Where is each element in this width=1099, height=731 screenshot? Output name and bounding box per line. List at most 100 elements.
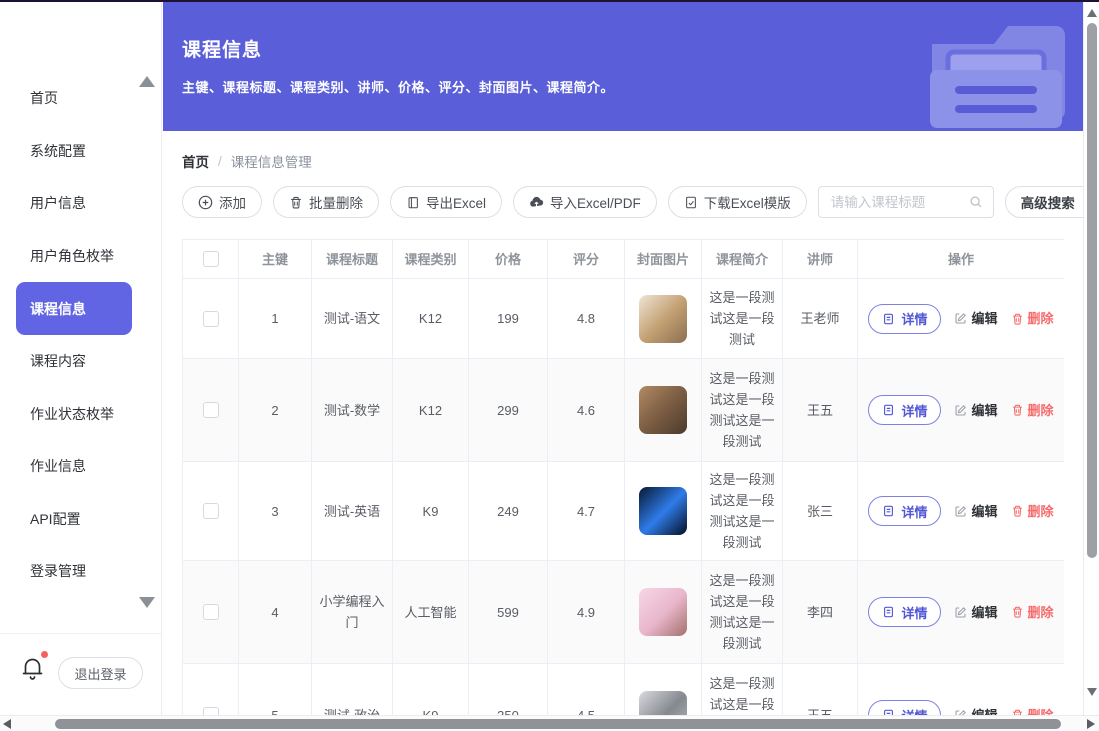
header-select-all xyxy=(183,240,239,279)
vertical-scrollbar-thumb[interactable] xyxy=(1087,23,1097,558)
edit-button[interactable]: 编辑 xyxy=(954,602,997,623)
header-price: 价格 xyxy=(469,240,548,279)
cell-price: 199 xyxy=(469,279,548,359)
detail-doc-icon xyxy=(882,708,895,715)
export-excel-label: 导出Excel xyxy=(426,192,486,212)
delete-button[interactable]: 删除 xyxy=(1011,308,1054,329)
vertical-scrollbar[interactable] xyxy=(1083,2,1099,715)
batch-delete-button[interactable]: 批量删除 xyxy=(273,186,379,218)
search-input[interactable] xyxy=(829,194,969,211)
row-checkbox[interactable] xyxy=(203,311,219,327)
horizontal-scrollbar-thumb[interactable] xyxy=(55,719,1061,729)
sidebar-item-api-config[interactable]: API配置 xyxy=(0,493,161,546)
export-icon xyxy=(406,195,420,210)
delete-trash-icon xyxy=(1011,403,1024,417)
row-checkbox[interactable] xyxy=(203,402,219,418)
detail-button[interactable]: 详情 xyxy=(868,496,941,526)
table-row: 3测试-英语K92494.7这是一段测试这是一段测试这是一段测试张三详情编辑删除 xyxy=(183,462,1064,561)
row-select-cell xyxy=(183,359,239,462)
scroll-down-arrow-icon[interactable] xyxy=(1087,688,1097,696)
scroll-up-arrow-icon[interactable] xyxy=(1087,9,1097,17)
header-category: 课程类别 xyxy=(393,240,469,279)
cell-category: K9 xyxy=(393,664,469,715)
cell-cover xyxy=(625,359,702,462)
detail-label: 详情 xyxy=(901,706,927,716)
table-row: 4小学编程入门人工智能5994.9这是一段测试这是一段测试这是一段测试李四详情编… xyxy=(183,561,1064,664)
row-checkbox[interactable] xyxy=(203,707,219,715)
cell-title: 测试-英语 xyxy=(312,462,393,561)
edit-button[interactable]: 编辑 xyxy=(954,400,997,421)
edit-label: 编辑 xyxy=(971,501,997,522)
edit-button[interactable]: 编辑 xyxy=(954,501,997,522)
delete-button[interactable]: 删除 xyxy=(1011,400,1054,421)
sidebar: 首页 系统配置 用户信息 用户角色枚举 课程信息 课程内容 作业状态枚举 作业信… xyxy=(0,2,162,715)
delete-button[interactable]: 删除 xyxy=(1011,602,1054,623)
main-content: 课程信息 主键、课程标题、课程类别、讲师、价格、评分、封面图片、课程简介。 首页… xyxy=(162,2,1083,715)
delete-trash-icon xyxy=(1011,708,1024,715)
row-checkbox[interactable] xyxy=(203,503,219,519)
toolbar: 添加 批量删除 导出Excel 导入Excel/PDF xyxy=(182,186,1083,218)
export-excel-button[interactable]: 导出Excel xyxy=(390,186,502,218)
sidebar-item-user-info[interactable]: 用户信息 xyxy=(0,177,161,230)
horizontal-scrollbar[interactable] xyxy=(0,715,1099,731)
import-excel-button[interactable]: 导入Excel/PDF xyxy=(513,186,657,218)
add-button[interactable]: 添加 xyxy=(182,186,262,218)
delete-button[interactable]: 删除 xyxy=(1011,705,1054,716)
sidebar-scroll-up-icon[interactable] xyxy=(139,76,155,87)
sidebar-item-login-management[interactable]: 登录管理 xyxy=(0,545,161,598)
download-template-button[interactable]: 下载Excel模版 xyxy=(668,186,807,218)
row-checkbox[interactable] xyxy=(203,604,219,620)
cell-cover xyxy=(625,462,702,561)
header-teacher: 讲师 xyxy=(783,240,858,279)
table-row: 5测试-政治K93504.5这是一段测试这是一段测试这是一段测试王五详情编辑删除 xyxy=(183,664,1064,715)
breadcrumb-current: 课程信息管理 xyxy=(231,151,312,171)
detail-button[interactable]: 详情 xyxy=(868,597,941,627)
cell-actions: 详情 编辑 删除 xyxy=(858,462,1064,561)
delete-trash-icon xyxy=(1011,605,1024,619)
detail-doc-icon xyxy=(882,504,895,518)
cover-image[interactable] xyxy=(639,588,687,636)
delete-label: 删除 xyxy=(1028,501,1054,522)
sidebar-footer-divider xyxy=(0,633,161,634)
sidebar-item-home[interactable]: 首页 xyxy=(0,72,161,125)
cover-image[interactable] xyxy=(639,295,687,343)
table-row: 2测试-数学K122994.6这是一段测试这是一段测试这是一段测试王五详情编辑删… xyxy=(183,359,1064,462)
edit-button[interactable]: 编辑 xyxy=(954,308,997,329)
sidebar-item-user-role-enum[interactable]: 用户角色枚举 xyxy=(0,230,161,283)
edit-label: 编辑 xyxy=(971,602,997,623)
cell-price: 299 xyxy=(469,359,548,462)
sidebar-item-system-config[interactable]: 系统配置 xyxy=(0,125,161,178)
detail-button[interactable]: 详情 xyxy=(868,395,941,425)
advanced-search-button[interactable]: 高级搜索 xyxy=(1005,186,1083,218)
sidebar-item-homework-info[interactable]: 作业信息 xyxy=(0,440,161,493)
detail-button[interactable]: 详情 xyxy=(868,304,941,334)
detail-label: 详情 xyxy=(901,401,927,420)
detail-button[interactable]: 详情 xyxy=(868,700,941,715)
scroll-left-arrow-icon[interactable] xyxy=(3,719,11,729)
cover-image[interactable] xyxy=(639,386,687,434)
logout-button[interactable]: 退出登录 xyxy=(58,657,143,689)
sidebar-item-course-info[interactable]: 课程信息 xyxy=(16,282,132,335)
cell-id: 4 xyxy=(239,561,312,664)
delete-button[interactable]: 删除 xyxy=(1011,501,1054,522)
scroll-right-arrow-icon[interactable] xyxy=(1087,719,1095,729)
delete-trash-icon xyxy=(1011,312,1024,326)
detail-label: 详情 xyxy=(901,603,927,622)
header-actions: 操作 xyxy=(858,240,1064,279)
edit-button[interactable]: 编辑 xyxy=(954,705,997,716)
sidebar-menu: 首页 系统配置 用户信息 用户角色枚举 课程信息 课程内容 作业状态枚举 作业信… xyxy=(0,2,161,598)
sidebar-item-course-content[interactable]: 课程内容 xyxy=(0,335,161,388)
sidebar-item-homework-status-enum[interactable]: 作业状态枚举 xyxy=(0,388,161,441)
select-all-checkbox[interactable] xyxy=(203,251,219,267)
breadcrumb-home[interactable]: 首页 xyxy=(182,151,209,171)
search-icon[interactable] xyxy=(969,195,983,209)
download-template-label: 下载Excel模版 xyxy=(704,192,791,212)
cover-image[interactable] xyxy=(639,487,687,535)
table-row: 1测试-语文K121994.8这是一段测试这是一段测试王老师详情编辑删除 xyxy=(183,279,1064,359)
edit-pencil-icon xyxy=(954,312,967,325)
notification-bell-icon[interactable] xyxy=(20,654,50,686)
cover-image[interactable] xyxy=(639,691,687,715)
table-header-row: 主键 课程标题 课程类别 价格 评分 封面图片 课程简介 讲师 操作 xyxy=(183,240,1064,279)
cell-teacher: 王老师 xyxy=(783,279,858,359)
sidebar-scroll-down-icon[interactable] xyxy=(139,597,155,608)
